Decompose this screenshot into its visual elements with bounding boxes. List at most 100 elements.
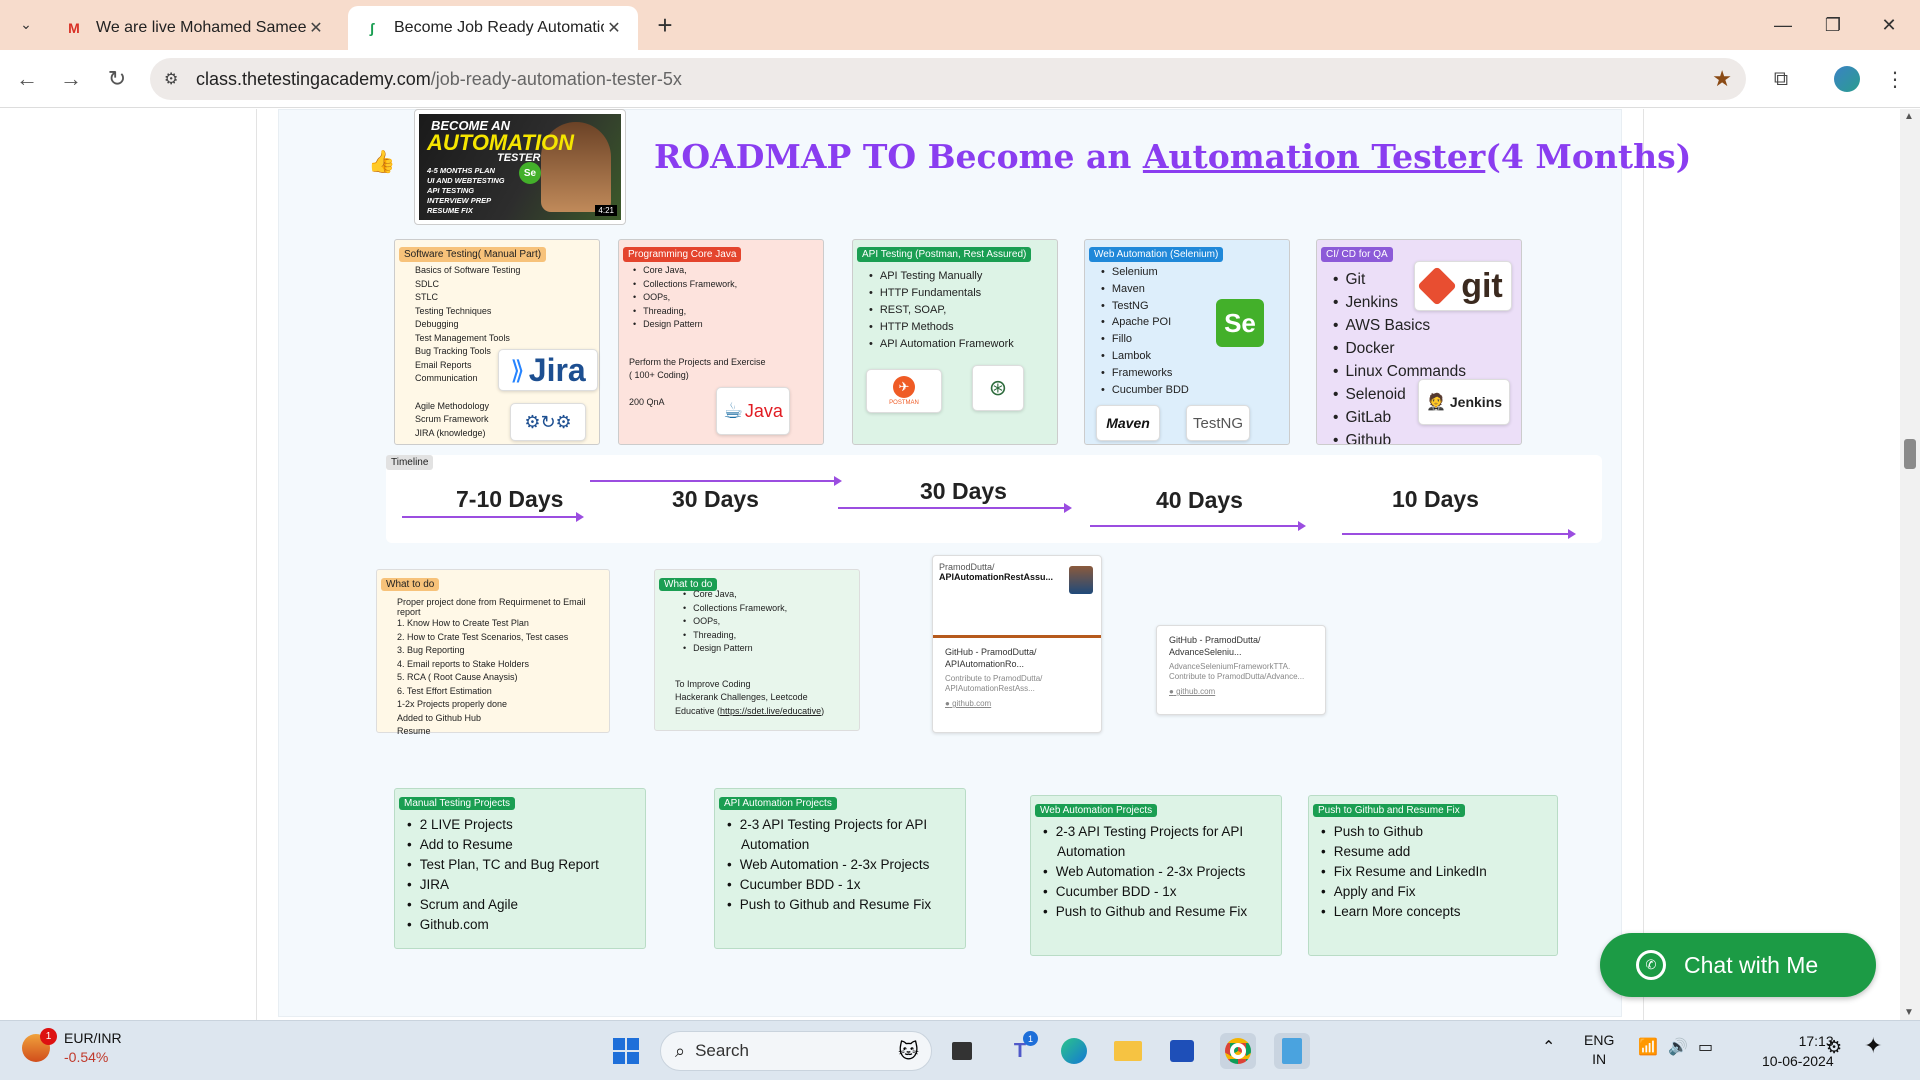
clock-date: 10-06-2024 bbox=[1762, 1053, 1834, 1069]
timeline-arrow bbox=[838, 503, 1072, 513]
list-item: Added to Github Hub bbox=[397, 712, 482, 723]
box-header: API Testing (Postman, Rest Assured) bbox=[857, 247, 1032, 262]
list-item: Selenium bbox=[1101, 264, 1285, 281]
battery-icon[interactable]: ▭ bbox=[1698, 1037, 1713, 1057]
forward-arrow-icon[interactable]: → bbox=[56, 64, 86, 94]
task-view-icon[interactable] bbox=[944, 1033, 980, 1069]
testng-logo: TestNG bbox=[1186, 405, 1250, 441]
new-tab-button[interactable]: + bbox=[650, 10, 680, 40]
close-window-button[interactable]: ✕ bbox=[1866, 10, 1912, 40]
minimize-button[interactable]: — bbox=[1760, 10, 1806, 40]
scroll-down-icon[interactable]: ▼ bbox=[1904, 1007, 1914, 1018]
menu-kebab-icon[interactable]: ⋮ bbox=[1880, 64, 1910, 94]
market-widget[interactable]: 1 EUR/INR -0.54% bbox=[22, 1028, 122, 1067]
list-item: Web Automation - 2-3x Projects bbox=[1043, 862, 1277, 882]
box-header: Manual Testing Projects bbox=[399, 797, 515, 810]
github-icon: ● bbox=[945, 699, 950, 708]
notification-bell-icon[interactable]: ⚙ bbox=[1826, 1037, 1842, 1058]
github-resume-box: Push to Github and Resume Fix Push to Gi… bbox=[1308, 795, 1558, 956]
educative-link[interactable]: https://sdet.live/educative bbox=[720, 706, 821, 716]
box-header: Web Automation Projects bbox=[1035, 804, 1158, 817]
list-item: Threading, bbox=[633, 305, 819, 319]
ticker-change: -0.54% bbox=[64, 1049, 109, 1065]
browser-tab-bar: ⌄ M We are live Mohamed Sameer - ✕ ʃ Bec… bbox=[0, 0, 1920, 50]
list-item: Cucumber BDD bbox=[1101, 382, 1285, 399]
java-note: Perform the Projects and Exercise bbox=[629, 356, 766, 367]
copilot-icon[interactable]: ✦ bbox=[1864, 1033, 1882, 1059]
scrollbar-thumb[interactable] bbox=[1904, 439, 1916, 469]
list-item: JIRA bbox=[407, 875, 641, 895]
todo-intro: Proper project done from Requirmenet to … bbox=[397, 597, 586, 617]
restore-button[interactable]: ❐ bbox=[1810, 10, 1856, 40]
close-icon[interactable]: ✕ bbox=[306, 18, 326, 38]
tab-job-ready[interactable]: ʃ Become Job Ready Automation ✕ bbox=[348, 6, 638, 50]
language-indicator[interactable]: ENG IN bbox=[1584, 1031, 1614, 1069]
avatar bbox=[1069, 566, 1093, 594]
notepad-icon[interactable] bbox=[1274, 1033, 1310, 1069]
list-item: STLC bbox=[415, 292, 439, 302]
volume-icon[interactable]: 🔊 bbox=[1668, 1037, 1688, 1057]
list-item: 5. RCA ( Root Cause Anaysis) bbox=[397, 672, 518, 682]
github-card-selenium[interactable]: GitHub - PramodDutta/ AdvanceSeleniu... … bbox=[1156, 625, 1326, 715]
tab-gmail[interactable]: M We are live Mohamed Sameer - ✕ bbox=[50, 6, 340, 50]
github-icon: ● bbox=[1169, 687, 1174, 696]
title-prefix: ROADMAP TO Become an bbox=[654, 137, 1143, 176]
list-item: Threading, bbox=[683, 629, 855, 643]
timeline-label: 10 Days bbox=[1392, 486, 1479, 512]
tray-overflow-icon[interactable]: ⌃ bbox=[1542, 1037, 1555, 1057]
list-item: Basics of Software Testing bbox=[415, 265, 521, 275]
wifi-icon[interactable]: 📶 bbox=[1638, 1037, 1658, 1057]
chat-with-me-button[interactable]: ✆ Chat with Me bbox=[1600, 933, 1876, 997]
teams-icon[interactable]: T1 bbox=[1002, 1031, 1038, 1069]
list-item: 2-3 API Testing Projects for API Automat… bbox=[1043, 822, 1277, 862]
site-settings-icon[interactable]: ⚙ bbox=[164, 69, 184, 89]
file-explorer-icon[interactable] bbox=[1110, 1033, 1146, 1069]
close-icon[interactable]: ✕ bbox=[604, 18, 624, 38]
profile-avatar[interactable] bbox=[1832, 64, 1862, 94]
clock[interactable]: 17:13 10-06-2024 bbox=[1762, 1031, 1834, 1071]
list-item: 2. How to Crate Test Scenarios, Test cas… bbox=[397, 631, 569, 642]
tab-search-chevron-icon[interactable]: ⌄ bbox=[10, 8, 42, 40]
github-card-api[interactable]: PramodDutta/ APIAutomationRestAssu... Gi… bbox=[932, 555, 1102, 733]
selenium-logo-text: Se bbox=[1216, 299, 1264, 347]
bookmark-star-icon[interactable]: ★ bbox=[1712, 66, 1732, 92]
timeline-arrow bbox=[590, 476, 842, 486]
list-item: 6. Test Effort Estimation bbox=[397, 685, 492, 696]
region-code: IN bbox=[1592, 1051, 1607, 1067]
list-item: OOPs, bbox=[633, 291, 819, 305]
video-bullet: INTERVIEW PREP bbox=[427, 196, 492, 205]
postman-logo-text: POSTMAN bbox=[889, 400, 919, 406]
list-item: 1. Know How to Create Test Plan bbox=[397, 618, 529, 628]
list-item: Test Plan, TC and Bug Report bbox=[407, 855, 641, 875]
timeline-label: 30 Days bbox=[672, 486, 759, 512]
reload-icon[interactable]: ↻ bbox=[102, 64, 132, 94]
edge-icon[interactable] bbox=[1056, 1033, 1092, 1069]
tab-title: Become Job Ready Automation bbox=[394, 19, 604, 36]
list-item: Scrum and Agile bbox=[407, 895, 641, 915]
whatsapp-icon: ✆ bbox=[1636, 950, 1666, 980]
rest-assured-logo: ⊛ bbox=[972, 365, 1024, 411]
list-item: Design Pattern bbox=[683, 642, 855, 656]
address-bar[interactable]: ⚙ class.thetestingacademy.com/job-ready-… bbox=[150, 58, 1746, 100]
list-item: Debugging bbox=[415, 319, 459, 329]
box-header: What to do bbox=[381, 578, 440, 591]
list-item: Frameworks bbox=[1101, 365, 1285, 382]
store-icon[interactable] bbox=[1164, 1033, 1200, 1069]
windows-start-icon[interactable] bbox=[608, 1033, 644, 1069]
list-item: 2-3 API Testing Projects for API Automat… bbox=[727, 815, 961, 855]
extensions-icon[interactable]: ⧉ bbox=[1766, 64, 1796, 94]
timeline-label: 40 Days bbox=[1156, 487, 1243, 513]
list-item: API Testing Manually bbox=[869, 268, 1053, 285]
list-item: HTTP Methods bbox=[869, 319, 1053, 336]
scroll-up-icon[interactable]: ▲ bbox=[1904, 111, 1914, 122]
timeline-arrow bbox=[1090, 521, 1306, 531]
video-thumbnail[interactable]: BECOME AN AUTOMATION TESTER 4-5 MONTHS P… bbox=[414, 109, 626, 225]
jira-logo: ⟫ Jira bbox=[498, 349, 598, 391]
timeline-label: 30 Days bbox=[920, 478, 1007, 504]
video-duration: 4:21 bbox=[595, 205, 617, 216]
taskbar-search[interactable]: ⌕ Search 🐱 bbox=[660, 1031, 932, 1071]
back-arrow-icon[interactable]: ← bbox=[12, 64, 42, 94]
page-scrollbar[interactable]: ▲ ▼ bbox=[1900, 109, 1920, 1020]
chrome-icon[interactable] bbox=[1220, 1033, 1256, 1069]
title-link[interactable]: Automation Tester bbox=[1143, 137, 1485, 176]
